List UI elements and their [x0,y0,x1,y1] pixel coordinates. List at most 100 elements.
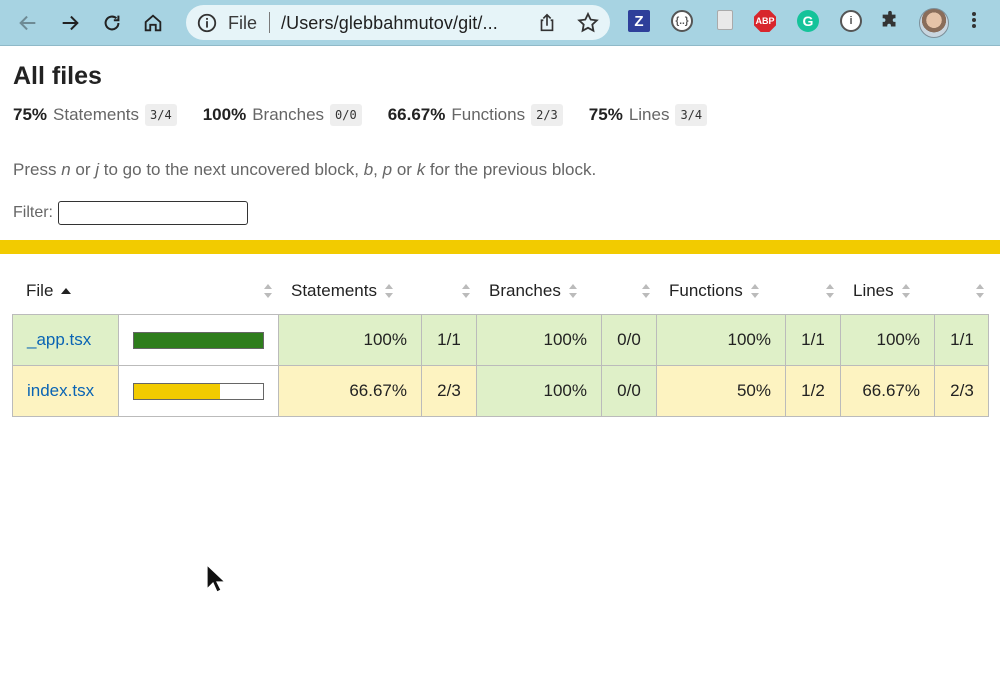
header-branches[interactable]: Branches [489,281,577,301]
info-icon[interactable] [196,12,218,34]
grammarly-extension-icon[interactable]: G [797,10,819,32]
header-lines[interactable]: Lines [853,281,910,301]
mouse-pointer-icon [206,564,226,593]
summary-fraction: 0/0 [330,104,362,126]
coverage-bar-fill [134,332,263,348]
lines-pct: 66.67% [840,366,934,416]
sort-icon[interactable] [264,284,272,298]
coverage-status-strip [0,240,1000,254]
lines-fraction: 1/1 [934,315,989,365]
summary-branches: 100% Branches 0/0 [203,104,362,126]
hint-text: Press [13,160,57,179]
page-title: All files [13,62,102,90]
hint-text: to go to the next uncovered block, [103,160,359,179]
statements-fraction: 2/3 [421,366,476,416]
statements-pct: 66.67% [278,366,421,416]
hint-text: , [373,160,378,179]
address-bar[interactable]: File /Users/glebbahmutov/git/... [186,5,610,40]
branches-pct: 100% [476,315,601,365]
summary-lines: 75% Lines 3/4 [588,104,708,126]
coverage-bar [133,382,264,400]
forward-button[interactable] [54,7,86,39]
sort-icon[interactable] [976,284,984,298]
header-label: Lines [853,281,894,300]
file-link[interactable]: index.tsx [13,381,94,401]
table-header: File Statements Branches Functions Lines [12,274,989,308]
file-cell: index.tsx [12,366,118,416]
share-icon[interactable] [536,12,558,34]
file-cell: _app.tsx [12,315,118,365]
hint-key: p [382,160,393,179]
hint-text: for the previous block. [429,160,597,179]
password-extension-icon[interactable]: i [840,10,862,32]
summary-label: Branches [252,105,325,124]
header-statements[interactable]: Statements [291,281,393,301]
summary-pct: 66.67% [387,105,446,124]
profile-avatar[interactable] [919,8,949,38]
summary-label: Statements [53,105,140,124]
summary-fraction: 2/3 [531,104,563,126]
reload-button[interactable] [96,7,128,39]
header-file[interactable]: File [26,281,72,301]
back-button[interactable] [12,7,44,39]
header-label: File [26,281,54,300]
bookmark-star-icon[interactable] [576,11,600,35]
header-label: Branches [489,281,561,300]
coverage-bar-fill [134,383,220,399]
hint-key: n [61,160,71,179]
sort-icon[interactable] [642,284,650,298]
lines-pct: 100% [840,315,934,365]
sort-icon [385,284,393,298]
statements-pct: 100% [278,315,421,365]
functions-pct: 100% [656,315,785,365]
url-scheme-label: File [228,13,258,33]
coverage-bar-cell [118,366,278,416]
z-extension-icon[interactable]: Z [628,10,650,32]
reload-icon [104,15,120,31]
sort-icon[interactable] [462,284,470,298]
summary-pct: 75% [588,105,623,124]
sort-ascending-icon [61,288,72,294]
file-link[interactable]: _app.tsx [13,330,91,350]
coverage-summary: 75% Statements 3/4 100% Branches 0/0 66.… [13,104,733,126]
functions-fraction: 1/1 [785,315,840,365]
summary-label: Functions [451,105,526,124]
adblock-extension-icon[interactable]: ABP [754,10,776,32]
forward-arrow-icon [62,15,79,31]
filter-input[interactable] [58,201,248,225]
browser-menu-icon[interactable] [962,10,986,34]
sort-icon [901,284,910,298]
hint-text: or [396,160,412,179]
summary-statements: 75% Statements 3/4 [13,104,177,126]
sort-icon[interactable] [826,284,834,298]
table-row: index.tsx 66.67% 2/3 100% 0/0 50% 1/2 66… [12,365,988,416]
branches-fraction: 0/0 [601,315,656,365]
filter-label: Filter: [13,204,53,221]
table-body: _app.tsx 100% 1/1 100% 0/0 100% 1/1 100%… [12,314,989,417]
json-viewer-extension-icon[interactable]: {..} [671,10,693,32]
home-button[interactable] [137,7,169,39]
hint-key: j [95,160,100,179]
coverage-table: File Statements Branches Functions Lines [12,274,989,417]
url-text[interactable]: /Users/glebbahmutov/git/... [281,13,498,34]
url-divider [269,12,270,33]
header-label: Functions [669,281,743,300]
branches-pct: 100% [476,366,601,416]
coverage-bar-cell [118,315,278,365]
header-functions[interactable]: Functions [669,281,759,301]
summary-fraction: 3/4 [145,104,177,126]
hint-text: or [75,160,91,179]
sort-icon [568,284,577,298]
extensions-puzzle-icon[interactable] [879,10,901,32]
summary-label: Lines [628,105,670,124]
hint-key: k [416,160,426,179]
browser-toolbar: File /Users/glebbahmutov/git/... Z {..} … [0,0,1000,46]
sort-icon [750,284,759,298]
lines-fraction: 2/3 [934,366,989,416]
page-extension-icon[interactable] [717,10,733,30]
summary-pct: 100% [202,105,247,124]
hint-key: b [363,160,374,179]
summary-pct: 75% [13,105,48,124]
keyboard-hint: Press n or j to go to the next uncovered… [13,160,596,180]
header-label: Statements [291,281,377,300]
